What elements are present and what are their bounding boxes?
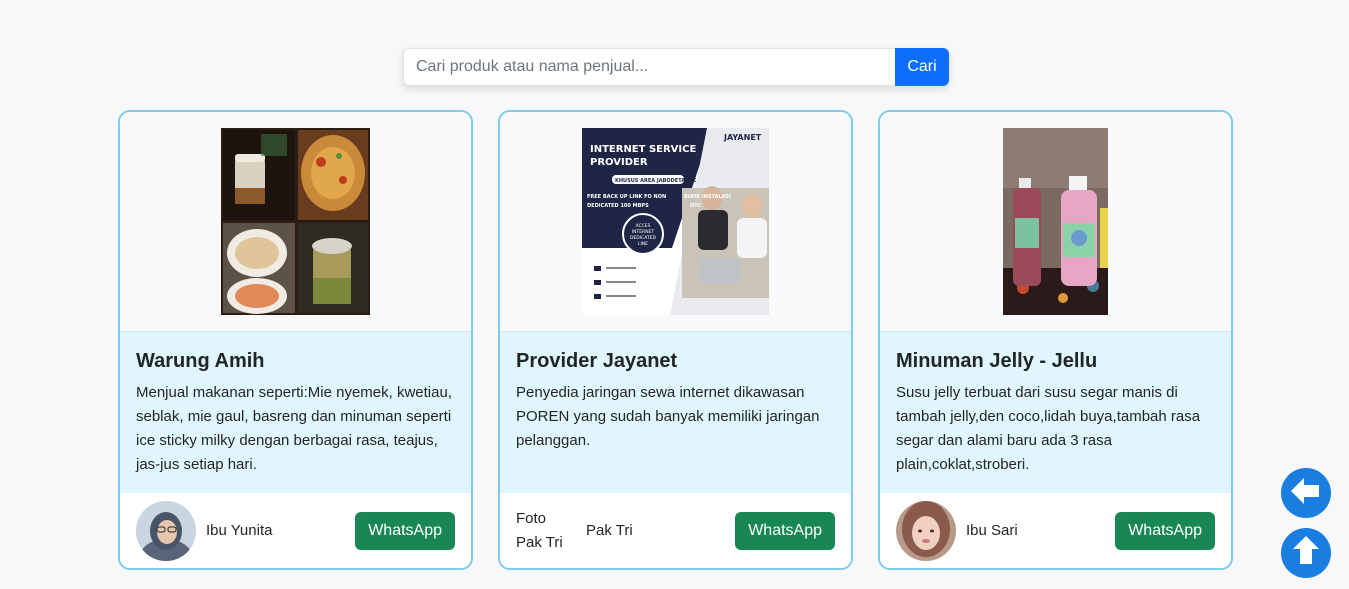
card-body: Warung Amih Menjual makanan seperti:Mie …: [120, 332, 471, 493]
card-description: Penyedia jaringan sewa internet dikawasa…: [516, 384, 820, 449]
card-description: Susu jelly terbuat dari susu segar manis…: [896, 384, 1201, 473]
card-title: Minuman Jelly - Jellu: [896, 350, 1098, 372]
banner-circle1: ACCES: [636, 223, 651, 229]
arrow-up-icon: [1293, 535, 1319, 571]
card-title: Provider Jayanet: [516, 350, 678, 372]
banner-install1: BIAYA INSTALASI: [684, 194, 731, 200]
whatsapp-button[interactable]: WhatsApp: [735, 511, 835, 550]
search-button[interactable]: Cari: [895, 48, 949, 86]
seller-avatar: [136, 500, 196, 561]
arrow-left-icon: [1291, 477, 1321, 509]
banner-install2: OTC: [690, 203, 702, 209]
whatsapp-button[interactable]: WhatsApp: [1115, 511, 1215, 550]
search-input[interactable]: [403, 48, 895, 86]
card-description: Menjual makanan seperti:Mie nyemek, kwet…: [136, 384, 452, 473]
whatsapp-button[interactable]: WhatsApp: [355, 511, 455, 550]
card-body: Minuman Jelly - Jellu Susu jelly terbuat…: [880, 332, 1231, 493]
banner-promo2: DEDICATED 100 MBPS: [587, 203, 649, 209]
product-image: [221, 128, 370, 315]
search-bar: Cari: [403, 48, 949, 86]
seller-avatar: [896, 500, 956, 561]
product-card-minuman-jelly: Minuman Jelly - Jellu Susu jelly terbuat…: [878, 110, 1233, 570]
back-button[interactable]: [1281, 468, 1331, 518]
card-image-area: [120, 112, 471, 332]
product-card-warung-amih: Warung Amih Menjual makanan seperti:Mie …: [118, 110, 473, 570]
product-image: INTERNET SERVICE PROVIDER KHUSUS AREA JA…: [582, 128, 769, 315]
banner-promo1: FREE BACK UP LINK FO NON: [587, 194, 666, 200]
card-body: Provider Jayanet Penyedia jaringan sewa …: [500, 332, 851, 493]
seller-avatar-broken-image: Foto Pak Tri: [516, 501, 576, 561]
seller-name: Pak Tri: [586, 522, 633, 539]
banner-line1: INTERNET SERVICE: [590, 144, 696, 155]
card-title: Warung Amih: [136, 350, 265, 372]
banner-circle4: LINE: [638, 241, 648, 247]
card-footer: Ibu Yunita WhatsApp: [120, 493, 471, 568]
seller-name: Ibu Sari: [966, 522, 1018, 539]
banner-circle2: INTERNET: [632, 229, 655, 235]
card-image-area: INTERNET SERVICE PROVIDER KHUSUS AREA JA…: [500, 112, 851, 332]
product-image: [1003, 128, 1108, 315]
banner-circle3: DEDICATED: [630, 235, 657, 241]
scroll-top-button[interactable]: [1281, 528, 1331, 578]
banner-line2: PROVIDER: [590, 157, 648, 168]
card-footer: Ibu Sari WhatsApp: [880, 493, 1231, 568]
card-image-area: [880, 112, 1231, 332]
banner-area: KHUSUS AREA JABODETABEK: [615, 178, 697, 184]
avatar-alt-text: Foto Pak Tri: [516, 509, 563, 551]
card-footer: Foto Pak Tri Pak Tri WhatsApp: [500, 493, 851, 568]
banner-brand: JAYANET: [723, 133, 762, 142]
product-card-provider-jayanet: INTERNET SERVICE PROVIDER KHUSUS AREA JA…: [498, 110, 853, 570]
seller-name: Ibu Yunita: [206, 522, 273, 539]
